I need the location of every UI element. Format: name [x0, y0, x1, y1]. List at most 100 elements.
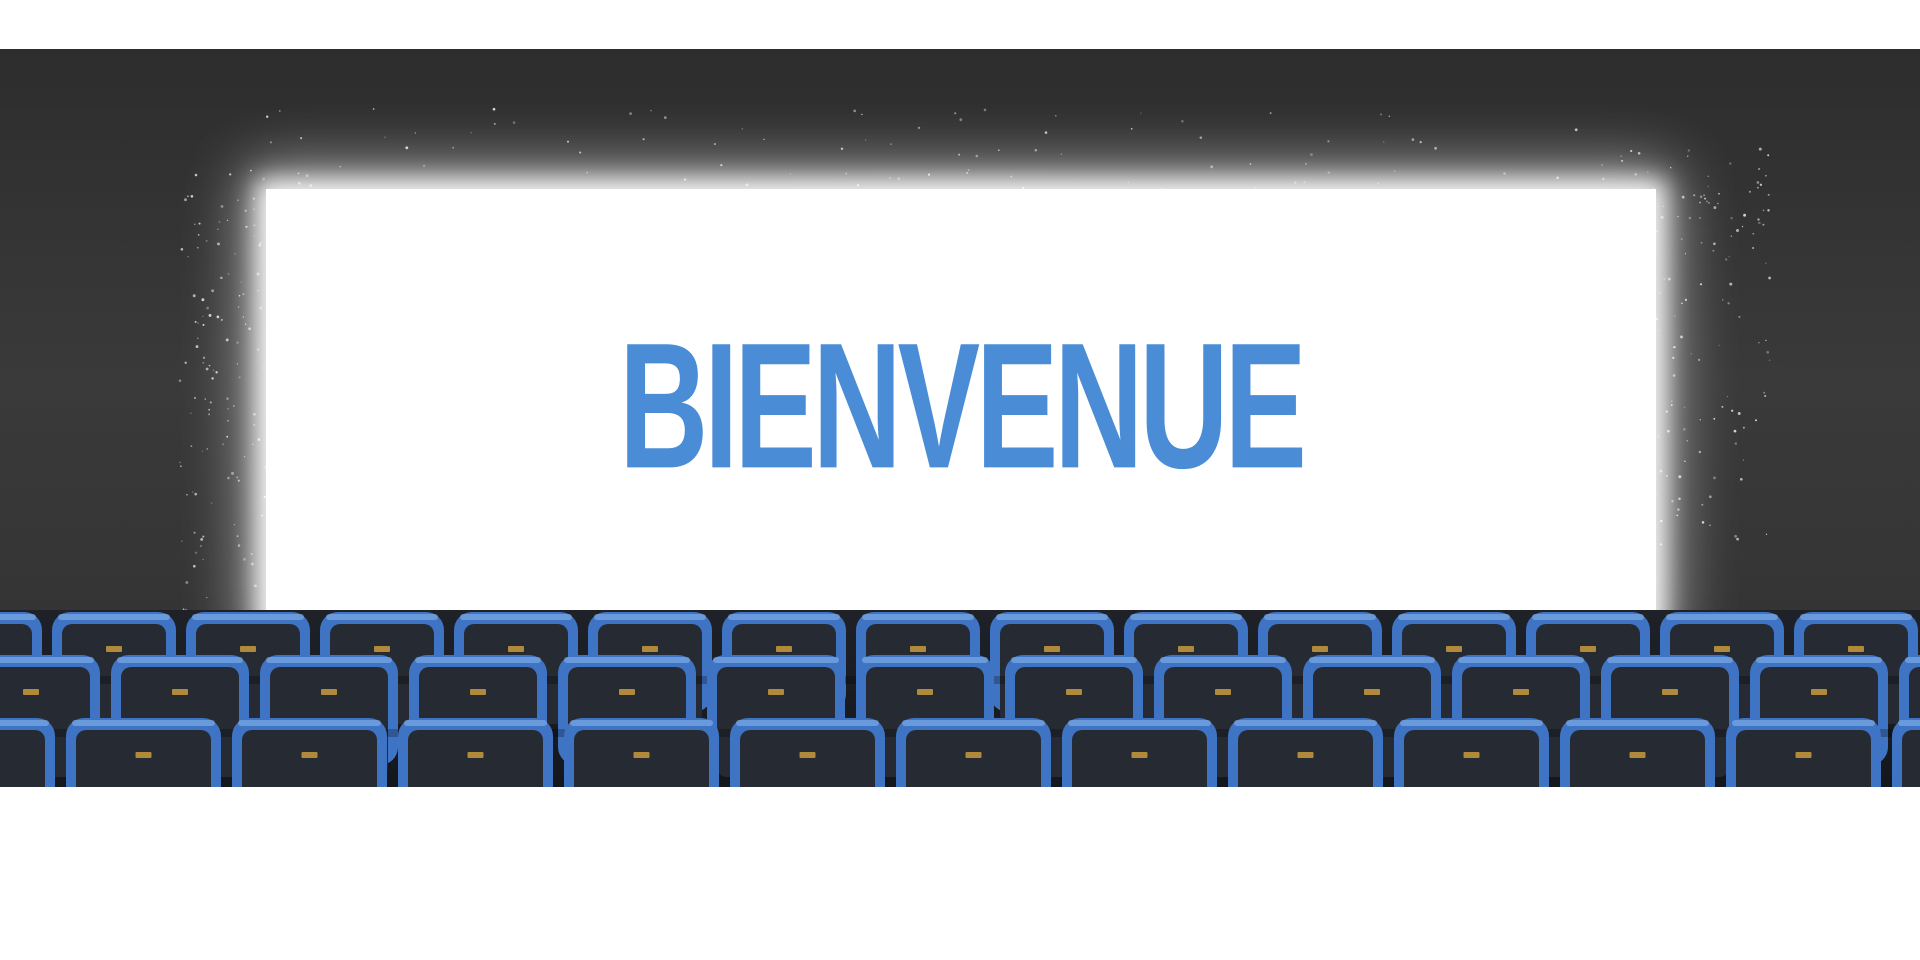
dust-particle	[1765, 339, 1767, 342]
dust-particle	[998, 149, 1000, 151]
dust-particle	[958, 153, 961, 156]
cinema-seat	[1892, 718, 1920, 787]
dust-particle	[240, 281, 242, 283]
dust-particle	[220, 276, 223, 280]
dust-particle	[1765, 262, 1767, 264]
dust-particle	[1757, 186, 1759, 189]
cinema-seat	[1394, 718, 1549, 787]
dust-particle	[217, 228, 219, 230]
dust-particle	[1718, 192, 1720, 195]
dust-particle	[1764, 394, 1767, 398]
cinema-seat	[232, 718, 387, 787]
dust-particle	[236, 341, 239, 344]
dust-particle	[196, 246, 199, 249]
dust-particle	[205, 239, 208, 242]
dust-particle	[1743, 213, 1747, 217]
dust-particle	[206, 596, 208, 599]
dust-particle	[1055, 115, 1057, 117]
dust-particle	[226, 435, 229, 438]
dust-particle	[237, 306, 240, 308]
dust-particle	[1758, 342, 1760, 344]
dust-particle	[266, 115, 269, 118]
dust-particle	[227, 407, 230, 410]
dust-particle	[1713, 417, 1716, 420]
dust-particle	[220, 204, 224, 208]
dust-particle	[629, 112, 632, 115]
dust-particle	[1721, 405, 1724, 408]
dust-particle	[179, 461, 181, 463]
dust-particle	[200, 537, 204, 541]
dust-particle	[227, 420, 229, 422]
dust-particle	[205, 367, 209, 371]
dust-particle	[208, 408, 211, 411]
dust-particle	[194, 173, 198, 177]
dust-particle	[1742, 426, 1745, 429]
dust-particle	[1706, 200, 1708, 203]
dust-particle	[184, 198, 187, 202]
dust-particle	[194, 223, 196, 226]
dust-particle	[207, 413, 211, 416]
dust-particle	[1708, 202, 1710, 204]
dust-particle	[193, 396, 197, 400]
dust-particle	[1678, 475, 1682, 479]
cinema-seat	[1560, 718, 1715, 787]
dust-particle	[178, 379, 182, 383]
dust-particle	[220, 318, 223, 321]
dust-particle	[218, 221, 221, 223]
cinema-seat	[1228, 718, 1383, 787]
dust-particle	[198, 222, 201, 225]
dust-particle	[414, 132, 417, 134]
dust-particle	[1684, 298, 1687, 301]
dust-particle	[279, 110, 281, 112]
dust-particle	[238, 376, 241, 379]
dust-particle	[1304, 162, 1308, 166]
dust-particle	[186, 195, 189, 198]
dust-particle	[1699, 201, 1701, 204]
dust-particle	[212, 369, 215, 371]
dust-particle	[234, 253, 236, 255]
dust-particle	[1754, 419, 1758, 422]
dust-particle	[202, 558, 204, 561]
dust-particle	[1758, 221, 1761, 225]
dust-particle	[1249, 163, 1252, 165]
dust-particle	[229, 173, 232, 176]
dust-particle	[1690, 353, 1692, 355]
dust-particle	[493, 122, 496, 125]
dust-particle	[1678, 497, 1681, 500]
welcome-title: BIENVENUE	[619, 306, 1307, 506]
dust-particle	[210, 502, 213, 504]
dust-particle	[187, 255, 190, 258]
dust-particle	[1697, 358, 1701, 362]
dust-particle	[190, 445, 193, 447]
dust-particle	[192, 564, 196, 568]
dust-particle	[202, 356, 206, 359]
dust-particle	[300, 137, 303, 140]
dust-particle	[1688, 216, 1692, 220]
dust-particle	[236, 476, 239, 479]
dust-particle	[237, 199, 239, 201]
dust-particle	[861, 113, 863, 116]
dust-particle	[1756, 181, 1760, 184]
dust-particle	[209, 401, 212, 404]
dust-particle	[1729, 282, 1733, 286]
dust-particle	[1721, 299, 1724, 301]
dust-particle	[1742, 459, 1745, 461]
dust-particle	[1683, 428, 1686, 431]
dust-particle	[1681, 302, 1683, 305]
dust-particle	[1736, 229, 1739, 232]
dust-particle	[1034, 148, 1038, 152]
dust-particle	[194, 320, 197, 323]
dust-particle	[1419, 140, 1422, 144]
dust-particle	[1728, 256, 1730, 258]
dust-particle	[185, 580, 189, 584]
dust-particle	[192, 294, 196, 298]
dust-particle	[206, 306, 209, 310]
dust-particle	[211, 289, 215, 293]
dust-particle	[1759, 183, 1763, 186]
dust-particle	[840, 147, 844, 151]
dust-particle	[199, 545, 202, 548]
dust-particle	[1762, 223, 1765, 226]
dust-particle	[1717, 202, 1719, 205]
dust-particle	[983, 108, 987, 112]
dust-particle	[184, 361, 187, 365]
